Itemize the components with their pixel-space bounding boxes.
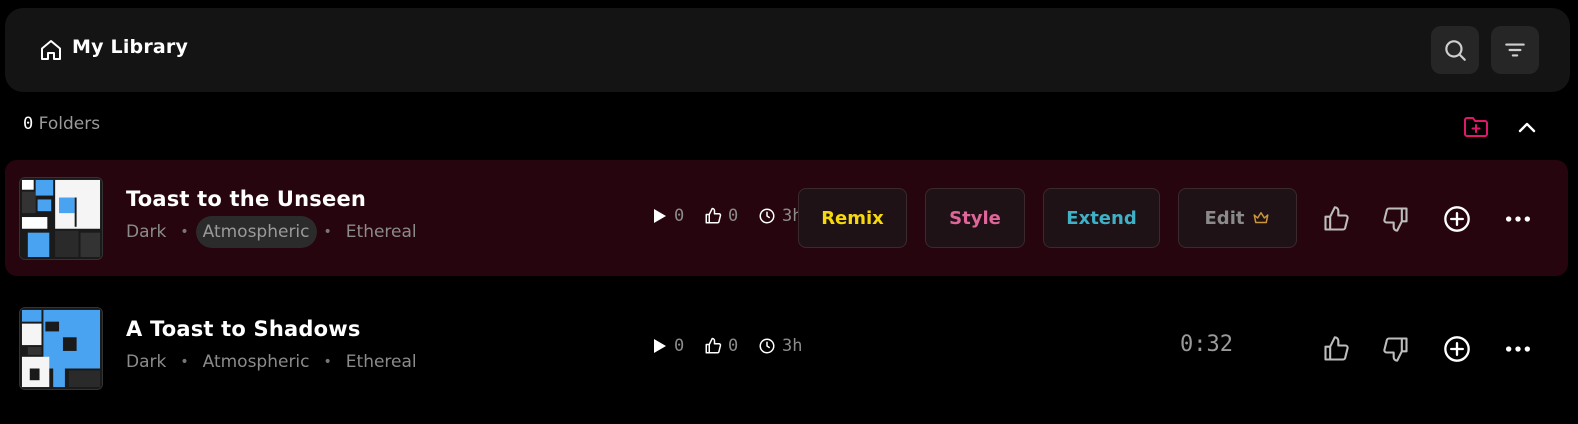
thumbs-up-icon xyxy=(705,207,722,224)
library-header: My Library xyxy=(5,8,1570,92)
thumbs-down-icon xyxy=(1383,337,1408,362)
folders-count-number: 0 xyxy=(23,114,34,134)
dislike-button[interactable] xyxy=(1381,204,1411,234)
tag[interactable]: Atmospheric xyxy=(195,216,317,248)
add-to-playlist-button[interactable] xyxy=(1442,334,1472,364)
track-duration: 0:32 xyxy=(1180,332,1233,357)
clock-icon xyxy=(759,338,775,354)
more-icon xyxy=(1505,346,1531,352)
crown-icon xyxy=(1253,212,1269,224)
track-title[interactable]: Toast to the Unseen xyxy=(126,187,366,211)
plus-circle-icon xyxy=(1444,336,1470,362)
tag[interactable]: Ethereal xyxy=(346,216,417,248)
folders-label: Folders xyxy=(38,114,101,134)
folders-count: 0 Folders xyxy=(23,114,100,134)
dislike-button[interactable] xyxy=(1381,334,1411,364)
new-folder-icon[interactable] xyxy=(1463,116,1489,138)
like-count: 0 xyxy=(704,206,738,226)
like-button[interactable] xyxy=(1321,204,1351,234)
cover-art xyxy=(20,308,102,389)
tag[interactable]: Dark xyxy=(126,346,166,378)
tag-separator: • xyxy=(323,354,332,370)
track-row[interactable]: Toast to the Unseen Dark • Atmospheric •… xyxy=(5,160,1568,276)
tag-separator: • xyxy=(180,354,189,370)
like-button[interactable] xyxy=(1321,334,1351,364)
clock-icon xyxy=(759,208,775,224)
search-button[interactable] xyxy=(1431,26,1479,74)
search-icon xyxy=(1445,40,1466,61)
edit-label: Edit xyxy=(1204,207,1245,229)
tag-separator: • xyxy=(180,224,189,240)
track-tags: Dark • Atmospheric • Ethereal xyxy=(126,346,417,378)
chevron-up-icon[interactable] xyxy=(1516,116,1538,138)
play-count: 0 xyxy=(650,336,684,356)
track-cover[interactable] xyxy=(19,177,103,260)
tag[interactable]: Dark xyxy=(126,216,166,248)
plus-circle-icon xyxy=(1444,206,1470,232)
more-icon xyxy=(1505,216,1531,222)
play-icon xyxy=(654,209,666,223)
tag[interactable]: Ethereal xyxy=(346,346,417,378)
add-to-playlist-button[interactable] xyxy=(1442,204,1472,234)
track-title[interactable]: A Toast to Shadows xyxy=(126,317,361,341)
play-icon xyxy=(654,339,666,353)
tag[interactable]: Atmospheric xyxy=(203,346,310,378)
remix-button[interactable]: Remix xyxy=(798,188,907,248)
filter-icon xyxy=(1505,43,1525,57)
home-icon[interactable] xyxy=(39,38,63,62)
style-button[interactable]: Style xyxy=(925,188,1025,248)
filter-button[interactable] xyxy=(1491,26,1539,74)
play-count: 0 xyxy=(650,206,684,226)
thumbs-up-icon xyxy=(705,337,722,354)
age: 3h xyxy=(758,206,802,226)
cover-art xyxy=(20,178,102,259)
tag-separator: • xyxy=(323,224,332,240)
more-options-button[interactable] xyxy=(1503,204,1533,234)
thumbs-up-icon xyxy=(1324,206,1349,231)
like-count: 0 xyxy=(704,336,738,356)
track-tags: Dark • Atmospheric • Ethereal xyxy=(126,216,417,248)
edit-button[interactable]: Edit xyxy=(1178,188,1297,248)
track-cover[interactable] xyxy=(19,307,103,390)
page-title: My Library xyxy=(72,36,189,58)
track-row[interactable]: A Toast to Shadows Dark • Atmospheric • … xyxy=(5,290,1568,406)
more-options-button[interactable] xyxy=(1503,334,1533,364)
age: 3h xyxy=(758,336,802,356)
thumbs-up-icon xyxy=(1324,336,1349,361)
thumbs-down-icon xyxy=(1383,207,1408,232)
extend-button[interactable]: Extend xyxy=(1043,188,1160,248)
